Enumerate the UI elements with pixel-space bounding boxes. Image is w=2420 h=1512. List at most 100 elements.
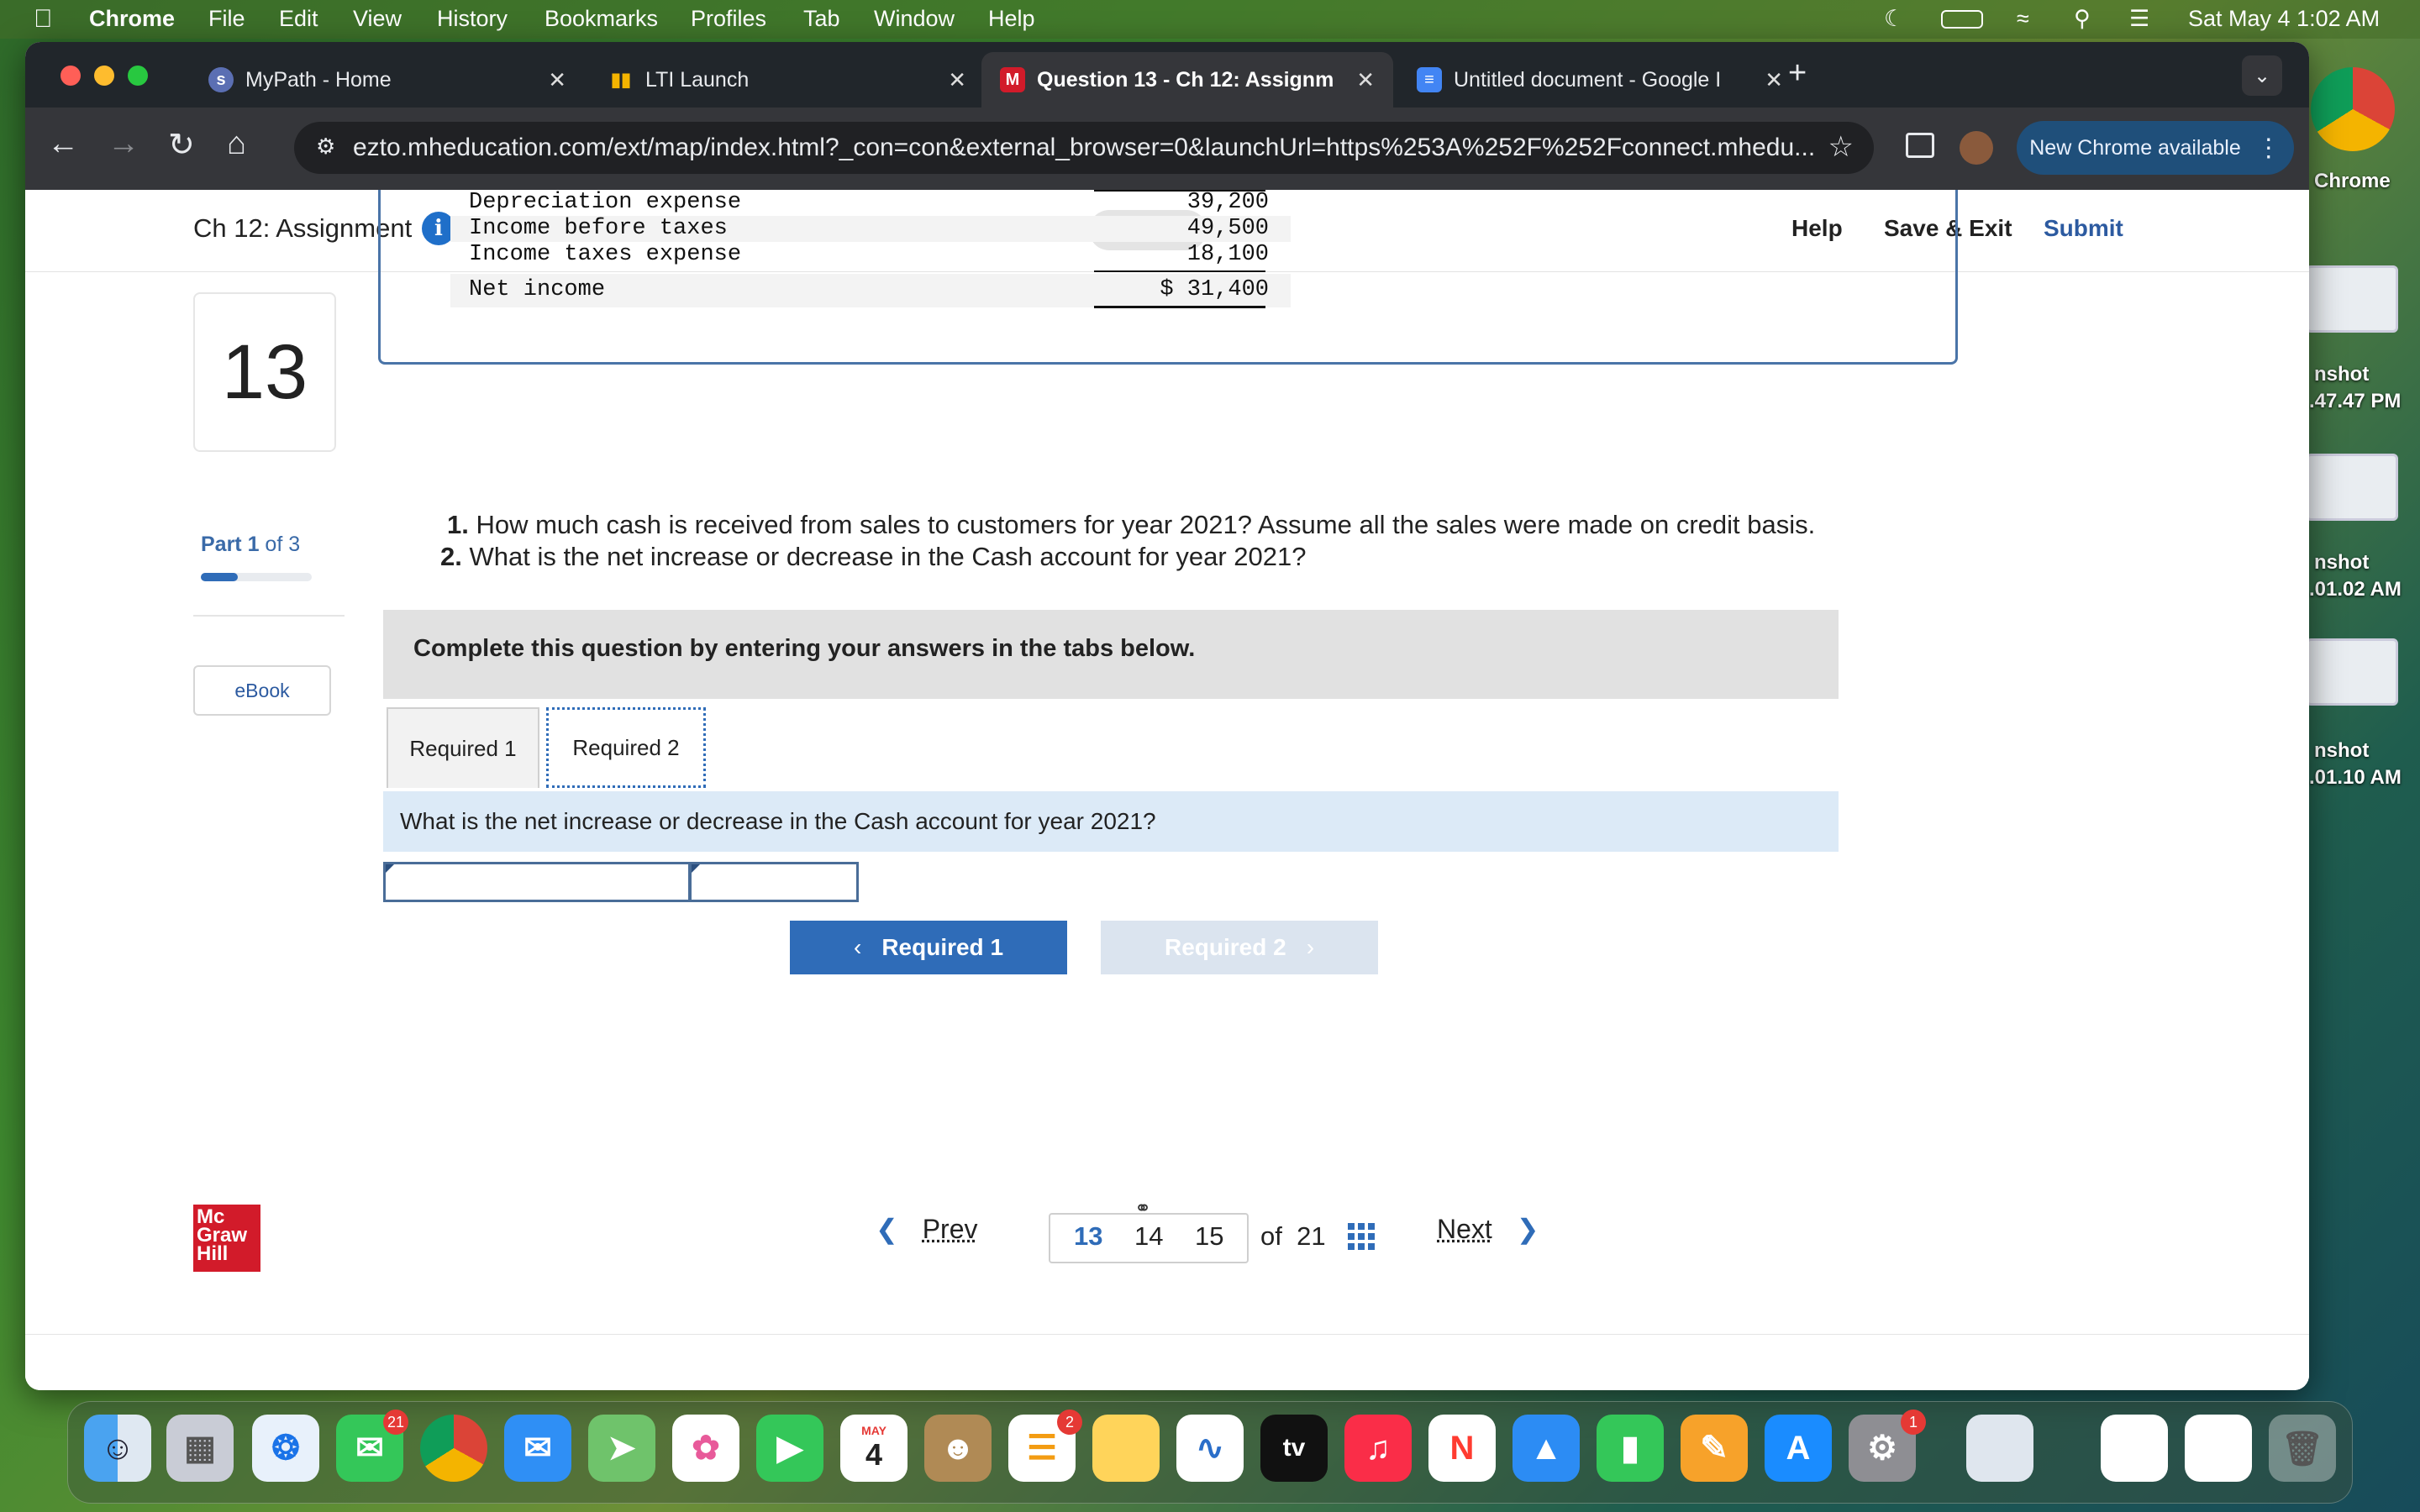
- question-prompt: 1. How much cash is received from sales …: [415, 509, 1815, 573]
- wifi-icon[interactable]: ≈: [2017, 6, 2029, 32]
- apple-menu-icon[interactable]: : [34, 5, 53, 34]
- chrome-icon[interactable]: [420, 1415, 487, 1482]
- page-15-button[interactable]: 15: [1195, 1221, 1223, 1252]
- menu-edit[interactable]: Edit: [279, 6, 318, 32]
- tab-title: Question 13 - Ch 12: Assignm: [1037, 67, 1334, 92]
- spotlight-search-icon[interactable]: ⚲: [2074, 6, 2091, 32]
- side-panel-icon[interactable]: [1906, 133, 1934, 158]
- downloads-folder-icon[interactable]: [2101, 1415, 2168, 1482]
- assignment-footer: [25, 1334, 2309, 1390]
- active-question-bar: What is the net increase or decrease in …: [383, 791, 1839, 852]
- mcgraw-hill-logo-text: Mc Graw Hill: [197, 1205, 248, 1265]
- pages-icon[interactable]: ✎: [1681, 1415, 1748, 1482]
- safari-icon[interactable]: ❂: [252, 1415, 319, 1482]
- preview-icon[interactable]: [1966, 1415, 2033, 1482]
- tab-mypath-home[interactable]: s MyPath - Home ✕: [190, 52, 585, 108]
- next-page-button[interactable]: Next ❯: [1437, 1213, 1539, 1245]
- recent-document-icon[interactable]: [2185, 1415, 2252, 1482]
- statement-subtotal-rule: [1094, 270, 1265, 272]
- close-tab-icon[interactable]: ✕: [1765, 67, 1783, 93]
- address-bar[interactable]: ⚙ ezto.mheducation.com/ext/map/index.htm…: [294, 122, 1874, 174]
- instructions-banner: Complete this question by entering your …: [383, 610, 1839, 699]
- ebook-button[interactable]: eBook: [193, 665, 331, 716]
- menu-view[interactable]: View: [353, 6, 402, 32]
- tab-lti-launch[interactable]: ▮▮ LTI Launch ✕: [590, 52, 985, 108]
- statement-total-rule: [1094, 306, 1265, 308]
- mail-icon[interactable]: ✉: [504, 1415, 571, 1482]
- assignment-page: Ch 12: Assignment i Saved Help Save & Ex…: [25, 190, 2309, 1390]
- trash-icon[interactable]: 🗑: [2269, 1415, 2336, 1482]
- statement-row: Depreciation expense 39,200: [450, 190, 1291, 216]
- required-1-prev-button[interactable]: ‹ Required 1: [790, 921, 1067, 974]
- control-center-icon[interactable]: ☰: [2129, 6, 2149, 32]
- answer-amount-input[interactable]: [689, 862, 859, 902]
- menubar-clock[interactable]: Sat May 4 1:02 AM: [2188, 6, 2380, 32]
- new-chrome-available-button[interactable]: New Chrome available ⋮: [2017, 121, 2294, 175]
- bookmark-star-icon[interactable]: ☆: [1828, 130, 1854, 164]
- focus-moon-icon[interactable]: ☾: [1884, 6, 1904, 32]
- notes-icon[interactable]: [1092, 1415, 1160, 1482]
- answer-label-input[interactable]: [383, 862, 691, 902]
- kebab-menu-icon[interactable]: ⋮: [2256, 134, 2281, 163]
- menu-profiles[interactable]: Profiles: [691, 6, 766, 32]
- back-arrow-icon[interactable]: ←: [47, 126, 79, 162]
- reload-icon[interactable]: ↻: [168, 126, 195, 164]
- forward-arrow-icon[interactable]: →: [108, 126, 139, 162]
- chrome-window: s MyPath - Home ✕ ▮▮ LTI Launch ✕ M Ques…: [25, 42, 2309, 1390]
- finder-icon[interactable]: ☺: [84, 1415, 151, 1482]
- tab-question-13[interactable]: M Question 13 - Ch 12: Assignm ✕: [981, 52, 1393, 108]
- part-current: Part 1: [201, 533, 260, 556]
- tab-search-chevron-icon[interactable]: ⌄: [2242, 55, 2282, 96]
- screenshot-thumb-3[interactable]: [2306, 638, 2398, 706]
- close-tab-icon[interactable]: ✕: [1356, 67, 1375, 93]
- menu-history[interactable]: History: [437, 6, 508, 32]
- required-2-next-button[interactable]: Required 2 ›: [1101, 921, 1378, 974]
- zoom-window-icon[interactable]: [128, 66, 148, 86]
- question-grid-icon[interactable]: [1348, 1223, 1375, 1250]
- menu-file[interactable]: File: [208, 6, 245, 32]
- menu-app-name[interactable]: Chrome: [89, 6, 175, 32]
- tab-required-1[interactable]: Required 1: [387, 707, 539, 788]
- tab-required-2[interactable]: Required 2: [546, 707, 706, 788]
- menu-tab[interactable]: Tab: [803, 6, 840, 32]
- news-icon[interactable]: N: [1428, 1415, 1496, 1482]
- home-icon[interactable]: ⌂: [227, 126, 246, 162]
- site-settings-icon[interactable]: ⚙: [316, 134, 335, 160]
- battery-icon[interactable]: [1941, 10, 1983, 29]
- close-tab-icon[interactable]: ✕: [548, 67, 566, 93]
- calendar-icon[interactable]: MAY 4: [840, 1415, 908, 1482]
- app-store-icon[interactable]: A: [1765, 1415, 1832, 1482]
- page-14-button[interactable]: 14: [1134, 1221, 1163, 1252]
- screenshot-thumb-2[interactable]: [2306, 454, 2398, 521]
- menu-help[interactable]: Help: [988, 6, 1035, 32]
- chevron-left-icon: ‹: [853, 934, 862, 960]
- page-13-button[interactable]: 13: [1074, 1221, 1102, 1252]
- keynote-icon[interactable]: ▲: [1512, 1415, 1580, 1482]
- music-icon[interactable]: ♫: [1344, 1415, 1412, 1482]
- desktop-label-2b: .01.02 AM: [2309, 578, 2402, 601]
- facetime-icon[interactable]: ▶: [756, 1415, 823, 1482]
- close-tab-icon[interactable]: ✕: [948, 67, 966, 93]
- launchpad-icon[interactable]: ▦: [166, 1415, 234, 1482]
- close-window-icon[interactable]: [60, 66, 81, 86]
- reminders-badge: 2: [1057, 1410, 1082, 1435]
- active-question-text: What is the net increase or decrease in …: [400, 808, 1156, 834]
- prev-page-button[interactable]: ❮ Prev: [876, 1213, 978, 1245]
- maps-icon[interactable]: ➤: [588, 1415, 655, 1482]
- submit-link[interactable]: Submit: [2044, 215, 2123, 242]
- chrome-desktop-icon[interactable]: [2311, 67, 2395, 151]
- profile-avatar[interactable]: [1960, 131, 1993, 165]
- new-tab-plus-icon[interactable]: +: [1788, 55, 1807, 92]
- numbers-icon[interactable]: ▮: [1597, 1415, 1664, 1482]
- menu-window[interactable]: Window: [874, 6, 955, 32]
- screenshot-thumb-1[interactable]: [2306, 265, 2398, 333]
- photos-icon[interactable]: ✿: [672, 1415, 739, 1482]
- tab-google-doc[interactable]: ≡ Untitled document - Google I ✕: [1398, 52, 1802, 108]
- minimize-window-icon[interactable]: [94, 66, 114, 86]
- apple-tv-icon[interactable]: tv: [1260, 1415, 1328, 1482]
- statement-top-rule: [1094, 190, 1265, 192]
- freeform-icon[interactable]: ∿: [1176, 1415, 1244, 1482]
- part-total: of 3: [259, 533, 301, 556]
- contacts-icon[interactable]: ☻: [924, 1415, 992, 1482]
- menu-bookmarks[interactable]: Bookmarks: [544, 6, 658, 32]
